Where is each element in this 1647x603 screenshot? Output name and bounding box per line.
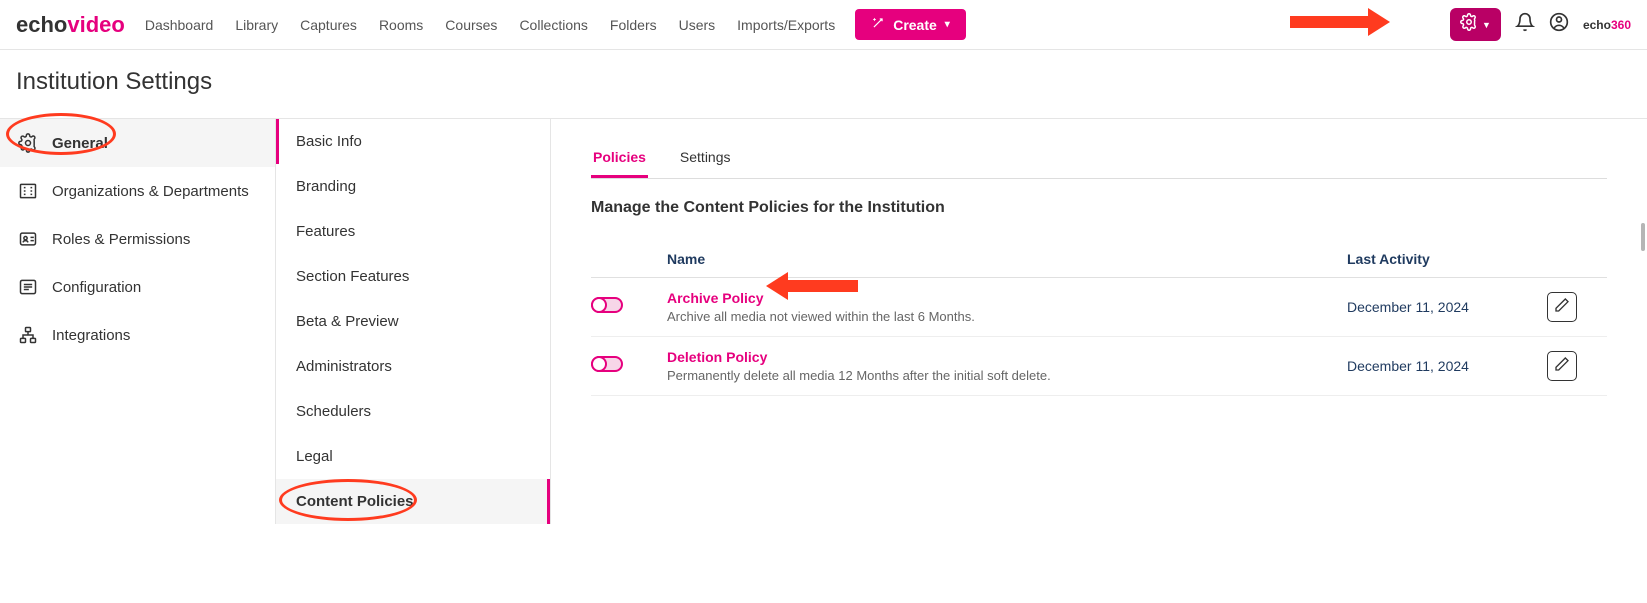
sub-item-label: Beta & Preview	[296, 313, 399, 330]
sidebar-item-integrations[interactable]: Integrations	[0, 311, 275, 359]
notifications-button[interactable]	[1515, 12, 1535, 37]
sidebar-item-label: Integrations	[52, 327, 130, 344]
page-title: Institution Settings	[16, 68, 1631, 96]
integrations-icon	[18, 325, 38, 345]
primary-nav: Dashboard Library Captures Rooms Courses…	[145, 17, 835, 33]
settings-menu-button[interactable]: ▼	[1450, 8, 1501, 41]
sidebar-item-label: Configuration	[52, 279, 141, 296]
sidebar-item-label: Organizations & Departments	[52, 183, 249, 200]
scrollbar[interactable]	[1641, 223, 1645, 251]
tab-label: Policies	[593, 149, 646, 165]
list-icon	[18, 277, 38, 297]
nav-captures[interactable]: Captures	[300, 17, 357, 33]
sub-item-content-policies[interactable]: Content Policies	[276, 479, 550, 524]
sidebar-item-general[interactable]: General	[0, 119, 275, 167]
brand-part2: video	[67, 12, 124, 37]
sub-item-label: Basic Info	[296, 133, 362, 150]
settings-layout: General Organizations & Departments Role…	[0, 118, 1647, 524]
sub-item-label: Content Policies	[296, 493, 414, 510]
create-button[interactable]: Create ▾	[855, 9, 966, 40]
sub-item-label: Features	[296, 223, 355, 240]
settings-sidebar-secondary: Basic Info Branding Features Section Fea…	[275, 119, 550, 524]
nav-courses[interactable]: Courses	[445, 17, 497, 33]
page-title-row: Institution Settings	[0, 50, 1647, 118]
nav-rooms[interactable]: Rooms	[379, 17, 423, 33]
sub-item-label: Section Features	[296, 268, 409, 285]
gear-icon	[1460, 13, 1478, 36]
nav-folders[interactable]: Folders	[610, 17, 657, 33]
sub-item-branding[interactable]: Branding	[276, 164, 550, 209]
section-heading: Manage the Content Policies for the Inst…	[591, 199, 1607, 217]
sub-item-beta-preview[interactable]: Beta & Preview	[276, 299, 550, 344]
policy-description: Archive all media not viewed within the …	[667, 309, 1347, 324]
policy-description: Permanently delete all media 12 Months a…	[667, 368, 1347, 383]
sub-item-features[interactable]: Features	[276, 209, 550, 254]
sub-item-label: Administrators	[296, 358, 392, 375]
nav-dashboard[interactable]: Dashboard	[145, 17, 214, 33]
table-header: Name Last Activity	[591, 241, 1607, 278]
sub-item-section-features[interactable]: Section Features	[276, 254, 550, 299]
policies-table: Name Last Activity Archive Policy Archiv…	[591, 241, 1607, 396]
sidebar-item-configuration[interactable]: Configuration	[0, 263, 275, 311]
table-row: Archive Policy Archive all media not vie…	[591, 278, 1607, 337]
tab-settings[interactable]: Settings	[678, 143, 733, 178]
column-header-last-activity[interactable]: Last Activity	[1347, 251, 1547, 267]
sub-item-basic-info[interactable]: Basic Info	[276, 119, 550, 164]
policy-last-activity: December 11, 2024	[1347, 299, 1547, 315]
account-button[interactable]	[1549, 12, 1569, 37]
tabs: Policies Settings	[591, 143, 1607, 179]
pencil-icon	[1554, 297, 1570, 318]
echo360-part1: echo	[1583, 18, 1611, 32]
edit-policy-button[interactable]	[1547, 292, 1577, 322]
nav-imports-exports[interactable]: Imports/Exports	[737, 17, 835, 33]
nav-library[interactable]: Library	[235, 17, 278, 33]
sub-item-label: Legal	[296, 448, 333, 465]
settings-sidebar-primary: General Organizations & Departments Role…	[0, 119, 275, 524]
column-header-name[interactable]: Name	[667, 251, 1347, 267]
sub-item-schedulers[interactable]: Schedulers	[276, 389, 550, 434]
id-card-icon	[18, 229, 38, 249]
sidebar-item-roles[interactable]: Roles & Permissions	[0, 215, 275, 263]
sub-item-legal[interactable]: Legal	[276, 434, 550, 479]
pencil-icon	[1554, 356, 1570, 377]
main-content: Policies Settings Manage the Content Pol…	[550, 119, 1647, 524]
create-button-label: Create	[893, 17, 937, 33]
nav-collections[interactable]: Collections	[519, 17, 587, 33]
sub-item-label: Schedulers	[296, 403, 371, 420]
building-icon	[18, 181, 38, 201]
tab-label: Settings	[680, 149, 731, 165]
sidebar-item-label: General	[52, 135, 108, 152]
policy-toggle[interactable]	[591, 356, 623, 372]
tab-policies[interactable]: Policies	[591, 143, 648, 178]
gear-icon	[18, 133, 38, 153]
policy-last-activity: December 11, 2024	[1347, 358, 1547, 374]
brand-part1: echo	[16, 12, 67, 37]
echo360-part2: 360	[1611, 18, 1631, 32]
table-row: Deletion Policy Permanently delete all m…	[591, 337, 1607, 396]
brand-logo[interactable]: echovideo	[16, 12, 125, 38]
policy-name-link[interactable]: Deletion Policy	[667, 349, 1347, 365]
sidebar-item-orgs[interactable]: Organizations & Departments	[0, 167, 275, 215]
echo360-logo: echo360	[1583, 18, 1631, 32]
sub-item-label: Branding	[296, 178, 356, 195]
policy-toggle[interactable]	[591, 297, 623, 313]
wand-icon	[871, 16, 885, 33]
caret-down-icon: ▼	[1482, 20, 1491, 30]
top-nav: echovideo Dashboard Library Captures Roo…	[0, 0, 1647, 50]
policy-name-link[interactable]: Archive Policy	[667, 290, 1347, 306]
topbar-right: ▼ echo360	[1450, 8, 1631, 41]
chevron-down-icon: ▾	[945, 19, 950, 30]
sub-item-administrators[interactable]: Administrators	[276, 344, 550, 389]
sidebar-item-label: Roles & Permissions	[52, 231, 190, 248]
edit-policy-button[interactable]	[1547, 351, 1577, 381]
nav-users[interactable]: Users	[679, 17, 716, 33]
